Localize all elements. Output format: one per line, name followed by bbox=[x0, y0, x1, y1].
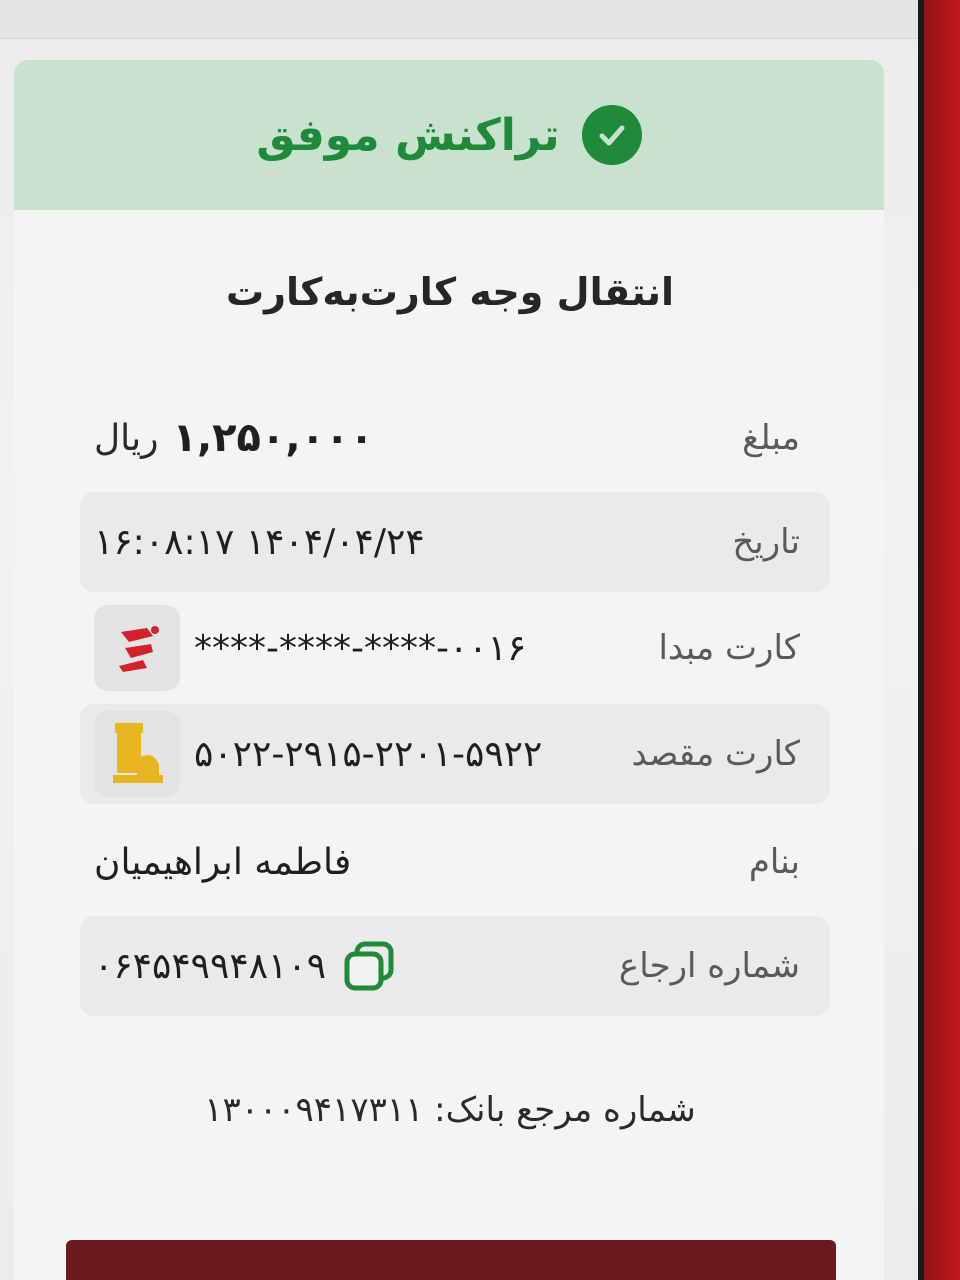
date-row: تاریخ ۱۴۰۴/۰۴/۲۴ ۱۶:۰۸:۱۷ bbox=[80, 492, 830, 592]
recipient-row: بنام فاطمه ابراهیمیان bbox=[80, 812, 830, 912]
source-card-row: کارت مبدا ****-****-****-۰۰۱۶ bbox=[80, 598, 830, 698]
date-value: ۱۴۰۴/۰۴/۲۴ ۱۶:۰۸:۱۷ bbox=[94, 521, 425, 563]
dest-card-row: کارت مقصد ۵۰۲۲-۲۹۱۵-۲۲۰۱-۵۹۲۲ bbox=[80, 704, 830, 804]
pasargad-bank-logo-icon bbox=[94, 711, 180, 797]
check-circle-icon bbox=[581, 105, 642, 165]
dest-card-number: ۵۰۲۲-۲۹۱۵-۲۲۰۱-۵۹۲۲ bbox=[194, 733, 543, 775]
bottom-action-bar[interactable] bbox=[66, 1240, 836, 1280]
receipt-title: انتقال وجه کارت‌به‌کارت bbox=[225, 270, 675, 314]
app-screen: تراکنش موفق انتقال وجه کارت‌به‌کارت مبلغ… bbox=[0, 0, 924, 1280]
saderat-bank-logo-icon bbox=[94, 605, 180, 691]
recipient-label: بنام bbox=[748, 842, 800, 882]
copy-icon[interactable] bbox=[340, 937, 398, 995]
success-banner: تراکنش موفق bbox=[14, 60, 884, 210]
amount-value: ۱,۲۵۰,۰۰۰ bbox=[172, 415, 374, 461]
top-bar bbox=[0, 0, 918, 39]
tracking-number: ۰۶۴۵۴۹۹۴۸۱۰۹ bbox=[94, 945, 327, 987]
amount-label: مبلغ bbox=[742, 418, 800, 458]
success-title: تراکنش موفق bbox=[256, 109, 560, 161]
date-label: تاریخ bbox=[732, 522, 800, 562]
tracking-row: شماره ارجاع ۰۶۴۵۴۹۹۴۸۱۰۹ bbox=[80, 916, 830, 1016]
source-card-number: ****-****-****-۰۰۱۶ bbox=[194, 627, 527, 669]
source-card-label: کارت مبدا bbox=[658, 628, 800, 668]
amount-unit: ریال bbox=[94, 417, 159, 459]
dest-card-label: کارت مقصد bbox=[631, 734, 800, 774]
bank-reference: شماره مرجع بانک: ۱۳۰۰۰۹۴۱۷۳۱۱ bbox=[204, 1090, 696, 1130]
amount-row: مبلغ ریال ۱,۲۵۰,۰۰۰ bbox=[80, 388, 830, 488]
tracking-label: شماره ارجاع bbox=[618, 946, 800, 986]
recipient-name: فاطمه ابراهیمیان bbox=[94, 841, 352, 883]
